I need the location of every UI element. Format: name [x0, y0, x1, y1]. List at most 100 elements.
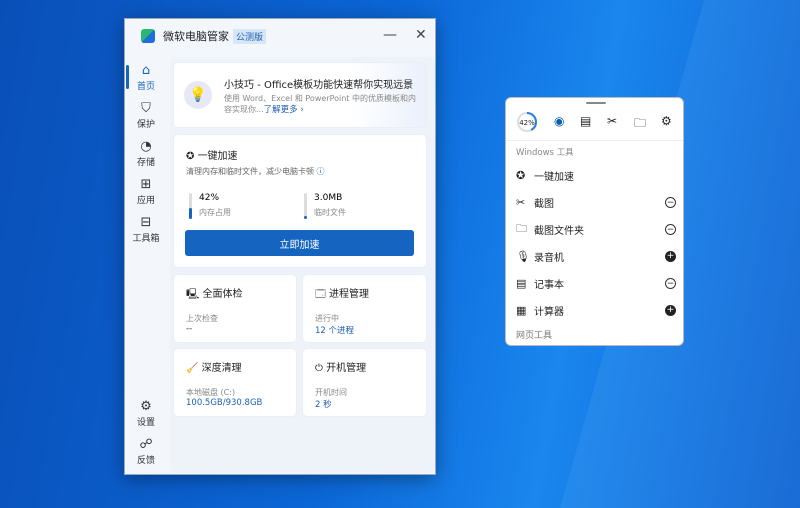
toolbox-icon: ⊟: [140, 215, 152, 230]
main-content: 💡 小技巧 - Office模板功能快速帮你实现远景 使用 Word、Excel…: [170, 57, 435, 473]
pie-icon: ◔: [140, 139, 152, 154]
memory-ring[interactable]: 42%: [516, 111, 538, 133]
label: 首页: [136, 82, 155, 92]
tile-label: 本地磁盘 (C:): [186, 388, 236, 397]
help-icon[interactable]: ⓘ: [317, 167, 325, 176]
tool-item[interactable]: ✪ 一键加速: [516, 166, 676, 184]
sidebar-item-home[interactable]: ⌂ 首页: [125, 63, 167, 92]
boost-desc: 清理内存和临时文件，减少电脑卡顿 ⓘ: [186, 166, 325, 177]
checkup-icon: 🖳: [186, 289, 203, 300]
app-logo: [141, 29, 155, 43]
memory-percent: 42%: [519, 119, 535, 127]
label: 存储: [136, 158, 155, 168]
sidebar: ⌂ 首页 ⛉ 保护 ◔ 存储 ⊞ 应用 ⊟ 工具箱 ⚙ 设置 ☍ 反馈: [125, 59, 167, 471]
tile-startup[interactable]: ⏻ 开机管理 开机时间 2 秒: [303, 349, 426, 416]
tile-deep-clean[interactable]: 🧹 深度清理本地磁盘 (C:) 100.5GB/930.8GB: [174, 349, 296, 416]
tile-title: 全面体检: [202, 289, 243, 300]
tile-process[interactable]: 🗔 进程管理进行中 12 个进程: [303, 275, 426, 342]
tool-icon: ✂: [516, 195, 526, 209]
close-button[interactable]: ✕: [415, 27, 427, 43]
tile-label: 上次检查: [186, 314, 218, 323]
tool-icon: ▦: [516, 303, 527, 317]
tool-label: 截图: [534, 198, 554, 210]
home-icon: ⌂: [141, 63, 151, 78]
broom-icon: 🧹: [186, 363, 202, 374]
screenshot-icon[interactable]: ✂: [607, 114, 617, 128]
tool-label: 计算器: [534, 306, 564, 318]
tool-icon: 🎙: [516, 249, 530, 263]
tool-icon: ▤: [516, 276, 527, 290]
tool-item[interactable]: 🎙 录音机 +: [516, 247, 676, 265]
rocket-icon: ✪: [186, 151, 198, 162]
add-tool-button[interactable]: +: [665, 250, 676, 262]
feedback-icon: ☍: [139, 437, 153, 452]
gear-icon[interactable]: ⚙: [661, 114, 672, 128]
tile-value: 100.5GB/930.8GB: [186, 398, 263, 408]
remove-tool-button[interactable]: −: [665, 196, 676, 208]
process-icon: 🗔: [315, 289, 330, 300]
shield-icon: ⛉: [141, 101, 151, 116]
tile-title: 进程管理: [329, 289, 370, 300]
temp-label: 临时文件: [314, 208, 346, 217]
boost-title-text: 一键加速: [197, 151, 238, 162]
minimize-button[interactable]: —: [383, 27, 397, 43]
section-web-tools: 网页工具: [516, 331, 553, 341]
remove-tool-button[interactable]: −: [665, 277, 676, 289]
tile-value: --: [186, 324, 193, 334]
tile-title: 深度清理: [201, 363, 242, 374]
tile-label: 进行中: [315, 314, 339, 323]
memory-bar: [189, 193, 192, 219]
gear-icon: ⚙: [140, 399, 152, 414]
tile-value: 12 个进程: [315, 326, 355, 336]
tile-label: 开机时间: [315, 388, 347, 397]
lightbulb-icon: 💡: [184, 81, 212, 109]
beta-badge: 公测版: [233, 28, 267, 44]
tool-item[interactable]: ▤ 记事本 −: [516, 274, 676, 292]
tile-title: 开机管理: [326, 363, 367, 374]
tip-card[interactable]: 💡 小技巧 - Office模板功能快速帮你实现远景 使用 Word、Excel…: [174, 63, 426, 127]
title-bar: 微软电脑管家 公测版 — ✕: [125, 19, 435, 53]
label: 设置: [136, 418, 155, 428]
memory-value: 42%: [199, 193, 220, 203]
sidebar-item-settings[interactable]: ⚙ 设置: [125, 399, 167, 428]
section-windows-tools: Windows 工具: [516, 148, 574, 158]
label: 保护: [136, 120, 155, 130]
temp-value: 3.0MB: [314, 193, 343, 203]
tip-title: 小技巧 - Office模板功能快速帮你实现远景: [224, 80, 414, 91]
drag-handle[interactable]: [586, 102, 606, 104]
add-tool-button[interactable]: +: [665, 304, 676, 316]
tip-text: 使用 Word、Excel 和 PowerPoint 中的优质模板和内容实现你.…: [224, 94, 416, 114]
tool-label: 一键加速: [534, 171, 574, 183]
tool-item[interactable]: ▦ 计算器 +: [516, 301, 676, 319]
sidebar-item-feedback[interactable]: ☍ 反馈: [125, 437, 167, 466]
tool-label: 记事本: [534, 279, 564, 291]
temp-bar: [304, 193, 307, 219]
boost-desc-text: 清理内存和临时文件，减少电脑卡顿: [186, 167, 314, 176]
learn-more-link[interactable]: 了解更多 ›: [264, 105, 304, 115]
power-icon: ⏻: [315, 363, 327, 374]
sidebar-item-apps[interactable]: ⊞ 应用: [125, 177, 167, 206]
label: 工具箱: [132, 234, 160, 244]
tool-icon: ✪: [516, 168, 526, 182]
remove-tool-button[interactable]: −: [665, 223, 676, 235]
boost-card: ✪ 一键加速 清理内存和临时文件，减少电脑卡顿 ⓘ 42% 内存占用 3.0MB…: [174, 135, 426, 267]
memory-label: 内存占用: [199, 208, 231, 217]
apps-icon: ⊞: [140, 177, 152, 192]
folder-icon[interactable]: 🗀: [634, 114, 646, 135]
edge-icon[interactable]: ◉: [554, 114, 564, 128]
label: 反馈: [136, 456, 155, 466]
boost-title: ✪ 一键加速: [186, 147, 238, 162]
tool-item[interactable]: ✂ 截图 −: [516, 193, 676, 211]
tool-icon: 🗀: [516, 221, 527, 235]
boost-now-button[interactable]: 立即加速: [185, 230, 414, 256]
sidebar-item-toolbox[interactable]: ⊟ 工具箱: [125, 215, 167, 244]
sidebar-item-protect[interactable]: ⛉ 保护: [125, 101, 167, 130]
tool-label: 截图文件夹: [534, 225, 584, 237]
toolbox-widget: 42% ◉ ▤ ✂ 🗀 ⚙ Windows 工具 ✪ 一键加速 ✂ 截图 − 🗀 截图文件夹…: [505, 97, 684, 346]
notepad-icon[interactable]: ▤: [580, 114, 591, 128]
app-title: 微软电脑管家: [163, 30, 229, 43]
divider: [506, 140, 683, 141]
tool-item[interactable]: 🗀 截图文件夹 −: [516, 220, 676, 238]
tile-checkup[interactable]: 🖳 全面体检上次检查 --: [174, 275, 296, 342]
sidebar-item-storage[interactable]: ◔ 存储: [125, 139, 167, 168]
